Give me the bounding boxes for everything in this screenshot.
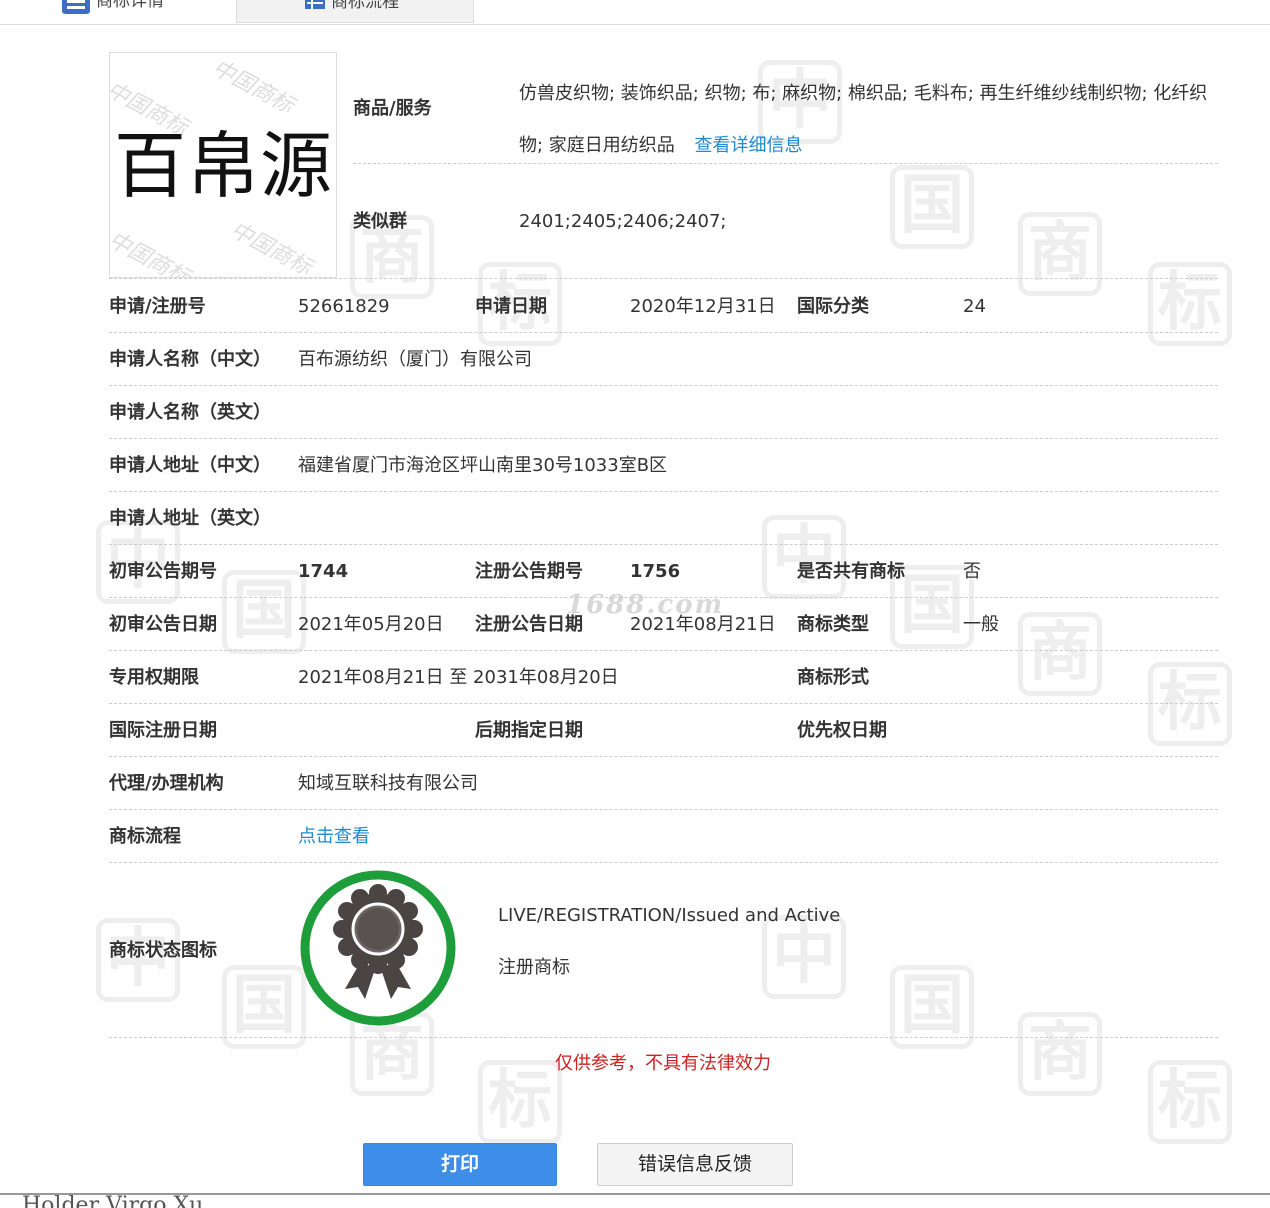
applicant-cn-value: 百布源纺织（厦门）有限公司 (298, 349, 532, 370)
list-icon (62, 0, 90, 20)
mark-type-label: 商标类型 (797, 614, 869, 635)
divider (109, 438, 1218, 439)
tab-label: 商标流程 (331, 0, 399, 12)
reg-pub-date-label: 注册公告日期 (475, 614, 583, 635)
goods-services-value: 仿兽皮织物; 装饰织品; 织物; 布; 麻织物; 棉织品; 毛料布; 再生纤维纱… (519, 68, 1223, 172)
divider (109, 703, 1218, 704)
later-designation-label: 后期指定日期 (475, 720, 583, 741)
mark-form-label: 商标形式 (797, 667, 869, 688)
intl-class-label: 国际分类 (797, 296, 869, 317)
logo-watermark: 中国商标 (109, 227, 194, 278)
tab-trademark-details[interactable]: 商标详情 (0, 0, 236, 23)
bottom-overlap-strip: Holder Virgo Xu (0, 1193, 1270, 1208)
divider (109, 597, 1218, 598)
reg-no-label: 申请/注册号 (109, 296, 206, 317)
divider (109, 385, 1218, 386)
address-en-label: 申请人地址（英文） (109, 508, 271, 529)
divider (109, 809, 1218, 810)
divider (109, 544, 1218, 545)
view-details-link[interactable]: 查看详细信息 (695, 135, 803, 156)
applicant-en-label: 申请人名称（英文） (109, 402, 271, 423)
divider (109, 862, 1218, 863)
similar-group-value: 2401;2405;2406;2407; (519, 211, 727, 232)
exclusive-period-label: 专用权期限 (109, 667, 199, 688)
priority-date-label: 优先权日期 (797, 720, 887, 741)
agent-label: 代理/办理机构 (109, 773, 224, 794)
applicant-cn-label: 申请人名称（中文） (109, 349, 271, 370)
reg-pub-no-value: 1756 (630, 561, 681, 582)
address-cn-value: 福建省厦门市海沧区坪山南里30号1033室B区 (298, 455, 668, 476)
error-feedback-button[interactable]: 错误信息反馈 (597, 1143, 793, 1186)
mark-type-value: 一般 (963, 614, 999, 635)
apply-date-label: 申请日期 (475, 296, 547, 317)
award-ribbon-icon (299, 869, 457, 1027)
status-icon-label: 商标状态图标 (109, 940, 217, 961)
reg-pub-no-label: 注册公告期号 (475, 561, 583, 582)
logo-watermark: 中国商标 (208, 55, 298, 119)
shared-mark-value: 否 (963, 561, 981, 582)
status-text-cn: 注册商标 (498, 957, 570, 978)
print-button[interactable]: 打印 (363, 1143, 557, 1186)
apply-date-value: 2020年12月31日 (630, 296, 776, 317)
prelim-date-value: 2021年05月20日 (298, 614, 444, 635)
shared-mark-label: 是否共有商标 (797, 561, 905, 582)
tab-trademark-process[interactable]: 商标流程 (236, 0, 474, 23)
prelim-date-label: 初审公告日期 (109, 614, 217, 635)
status-text-en: LIVE/REGISTRATION/Issued and Active (498, 905, 841, 926)
prelim-no-label: 初审公告期号 (109, 561, 217, 582)
trademark-detail-content: 中国商标 中国商标 中国商标 中国商标 百帛源 商品/服务 仿兽皮织物; 装饰织… (0, 0, 1270, 1208)
divider (109, 1037, 1218, 1038)
intl-class-value: 24 (963, 296, 986, 317)
address-cn-label: 申请人地址（中文） (109, 455, 271, 476)
logo-watermark: 中国商标 (226, 217, 316, 278)
process-label: 商标流程 (109, 826, 181, 847)
divider (109, 278, 1218, 279)
intl-reg-date-label: 国际注册日期 (109, 720, 217, 741)
tab-label: 商标详情 (96, 0, 164, 11)
goods-services-label: 商品/服务 (353, 98, 432, 119)
divider (109, 650, 1218, 651)
divider (109, 756, 1218, 757)
trademark-image: 中国商标 中国商标 中国商标 中国商标 百帛源 (109, 52, 337, 278)
divider (109, 332, 1218, 333)
reg-pub-date-value: 2021年08月21日 (630, 614, 776, 635)
tab-bar: 商标详情 商标流程 (0, 0, 1270, 25)
divider (353, 163, 1218, 164)
exclusive-period-value: 2021年08月21日 至 2031年08月20日 (298, 667, 619, 688)
agent-value: 知域互联科技有限公司 (298, 773, 478, 794)
process-view-link[interactable]: 点击查看 (298, 825, 370, 849)
trademark-logo-text: 百帛源 (114, 124, 334, 208)
grid-icon (305, 0, 325, 15)
legal-disclaimer: 仅供参考，不具有法律效力 (555, 1053, 771, 1074)
similar-group-label: 类似群 (353, 211, 407, 232)
prelim-no-value: 1744 (298, 561, 349, 582)
divider (109, 491, 1218, 492)
bottom-peek-text: Holder Virgo Xu (22, 1193, 204, 1208)
reg-no-value: 52661829 (298, 296, 390, 317)
goods-services-text: 仿兽皮织物; 装饰织品; 织物; 布; 麻织物; 棉织品; 毛料布; 再生纤维纱… (519, 83, 1208, 156)
